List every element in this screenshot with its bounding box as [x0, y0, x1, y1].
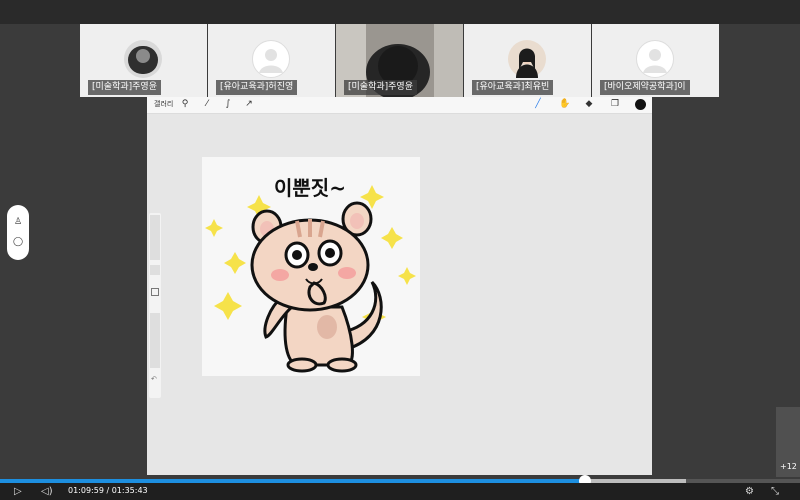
size-slider[interactable] [150, 215, 160, 260]
participant-name: [미술학과]주영윤 [344, 80, 417, 95]
brush-icon[interactable]: ╱ [533, 99, 543, 110]
participant-name: [바이오제약공학과]이 [600, 80, 690, 95]
top-bar [0, 0, 800, 24]
current-time: 01:09:59 [68, 486, 104, 495]
player-controls: ▷ ◁) 01:09:59 / 01:35:43 ⚙ ⤡ [0, 483, 800, 500]
modify-square-icon[interactable] [151, 288, 159, 296]
overflow-count: +12 [780, 462, 797, 471]
sticker-text: 이뿐짓~ [274, 176, 346, 200]
opacity-slider[interactable] [150, 313, 160, 368]
participant-name: [유아교육과]허진영 [216, 80, 298, 95]
participants-icon[interactable]: ♙ [13, 217, 23, 227]
chat-icon[interactable]: ◯ [13, 237, 23, 247]
participant-tile[interactable]: [유아교육과]최유빈 [464, 24, 591, 97]
layers-icon[interactable]: ❐ [610, 99, 620, 110]
play-icon[interactable]: ▷ [14, 485, 22, 498]
participant-tile[interactable]: [바이오제약공학과]이 [592, 24, 719, 97]
selection-icon[interactable]: ∫ [223, 99, 233, 110]
avatar [508, 40, 546, 78]
participant-strip: [미술학과]주영윤 [유아교육과]허진영 [미술학과]주영윤 [유아교육과]최유… [80, 24, 720, 97]
wrench-icon[interactable]: ⚲ [180, 99, 190, 110]
shared-screen: 갤러리 ⚲ ⁄ ∫ ↗ ╱ ✋ ◆ ❐ ↶ 이뿐짓~ [147, 97, 652, 475]
more-participants-tile[interactable]: +12 [776, 407, 800, 477]
participant-tile[interactable]: [미술학과]주영윤 [80, 24, 207, 97]
eraser-icon[interactable]: ◆ [584, 99, 594, 110]
transform-arrow-icon[interactable]: ↗ [244, 99, 254, 110]
avatar [124, 40, 162, 78]
magic-wand-icon[interactable]: ⁄ [202, 99, 212, 110]
side-float-panel: ♙ ◯ [7, 205, 29, 260]
avatar-placeholder [636, 40, 674, 78]
avatar-placeholder [252, 40, 290, 78]
color-picker[interactable] [635, 99, 646, 110]
undo-icon[interactable]: ↶ [151, 375, 157, 383]
time-display: 01:09:59 / 01:35:43 [68, 486, 148, 495]
participant-tile[interactable]: [미술학과]주영윤 [336, 24, 463, 97]
brush-size-sidebar: ↶ [149, 213, 161, 398]
gallery-button[interactable]: 갤러리 [154, 99, 173, 109]
participant-name: [유아교육과]최유빈 [472, 80, 554, 95]
smudge-icon[interactable]: ✋ [559, 99, 570, 110]
volume-icon[interactable]: ◁) [41, 485, 53, 498]
sticker-artwork: 이뿐짓~ [202, 157, 420, 376]
modify-button[interactable] [150, 265, 160, 275]
total-time: 01:35:43 [111, 486, 148, 495]
participant-name: [미술학과]주영윤 [88, 80, 161, 95]
settings-icon[interactable]: ⚙ [745, 485, 754, 498]
participant-tile[interactable]: [유아교육과]허진영 [208, 24, 335, 97]
fullscreen-exit-icon[interactable]: ⤡ [771, 485, 779, 498]
drawing-toolbar: 갤러리 ⚲ ⁄ ∫ ↗ ╱ ✋ ◆ ❐ [147, 97, 652, 114]
time-separator: / [103, 486, 112, 495]
